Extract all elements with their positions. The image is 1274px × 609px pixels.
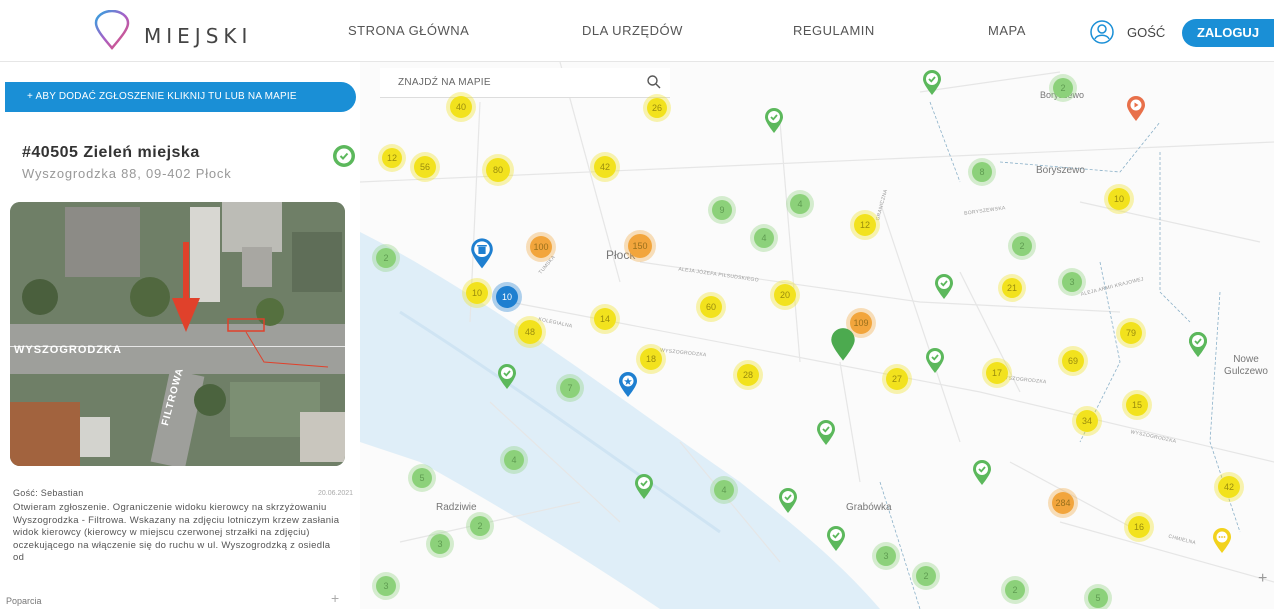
map-cluster-marker[interactable]: 14 [594,308,616,330]
map-cluster-marker[interactable]: 2 [916,566,936,586]
map-cluster-marker[interactable]: 28 [737,364,759,386]
resolved-pin-icon[interactable] [816,420,836,446]
resolved-pin-icon[interactable] [925,348,945,374]
map-cluster-marker[interactable]: 4 [754,228,774,248]
map-cluster-marker[interactable]: 16 [1128,516,1150,538]
map-cluster-marker[interactable]: 12 [382,148,402,168]
map-cluster-marker[interactable]: 21 [1002,278,1022,298]
resolved-pin-icon[interactable] [764,108,784,134]
report-address: Wyszogrodzka 88, 09-402 Płock [22,166,232,181]
resolved-pin-icon[interactable] [826,526,846,552]
map-cluster-marker[interactable]: 3 [1062,272,1082,292]
place-label-boryszewo: Boryszewo [1036,165,1085,176]
map-cluster-marker[interactable]: 69 [1062,350,1084,372]
map-cluster-marker[interactable]: 5 [1088,588,1108,608]
resolved-pin-icon[interactable] [934,274,954,300]
video-pin-icon[interactable] [1126,96,1146,122]
aerial-photo-image [10,202,345,466]
map-cluster-marker[interactable]: 40 [450,96,472,118]
map-cluster-marker[interactable]: 3 [376,576,396,596]
map-cluster-marker[interactable]: 27 [886,368,908,390]
logo[interactable]: MIEJSKI [92,10,262,52]
resolved-pin-icon[interactable] [778,488,798,514]
map-cluster-marker[interactable]: 9 [712,200,732,220]
map-cluster-marker[interactable]: 5 [412,468,432,488]
resolved-pin-icon[interactable] [1188,332,1208,358]
map-cluster-marker[interactable]: 34 [1076,410,1098,432]
place-label-radziwie: Radziwie [436,502,477,513]
map-canvas[interactable]: ZNAJDŹ NA MAPIE Płock Boryszewo Boryszew… [360,62,1274,609]
place-label-grabowka: Grabówka [846,502,892,513]
star-pin-icon[interactable] [618,372,638,398]
add-report-button[interactable]: + ABY DODAĆ ZGŁOSZENIE KLIKNIJ TU LUB NA… [5,82,356,112]
nav-home[interactable]: STRONA GŁÓWNA [348,23,469,38]
report-date: 20.06.2021 [318,490,354,497]
map-cluster-marker[interactable]: 2 [470,516,490,536]
map-cluster-marker[interactable]: 79 [1120,322,1142,344]
map-cluster-marker[interactable]: 7 [560,378,580,398]
photo-street-label: WYSZOGRODZKA [14,344,122,356]
map-cluster-marker[interactable]: 56 [414,156,436,178]
map-cluster-marker[interactable]: 100 [530,236,552,258]
top-navbar: MIEJSKI STRONA GŁÓWNA DLA URZĘDÓW REGULA… [0,0,1274,62]
map-cluster-marker[interactable]: 4 [714,480,734,500]
map-cluster-marker[interactable]: 2 [1053,78,1073,98]
map-cluster-marker[interactable]: 284 [1052,492,1074,514]
resolved-pin-icon[interactable] [922,70,942,96]
map-cluster-marker[interactable]: 20 [774,284,796,306]
logo-text: MIEJSKI [144,24,253,48]
map-cluster-marker[interactable]: 15 [1126,394,1148,416]
search-icon[interactable] [646,74,662,90]
report-title: #40505 Zieleń miejska [22,144,200,161]
map-cluster-marker[interactable]: 18 [640,348,662,370]
trash-pin-icon[interactable] [470,238,494,270]
map-cluster-marker[interactable]: 42 [1218,476,1240,498]
selected-report-pin-icon[interactable] [830,328,856,362]
zoom-in-button[interactable]: + [1258,570,1267,588]
map-cluster-marker[interactable]: 12 [854,214,876,236]
resolved-status-icon [333,145,355,167]
nav-rules[interactable]: REGULAMIN [793,23,875,38]
map-cluster-marker[interactable]: 2 [376,248,396,268]
report-description: Otwieram zgłoszenie. Ograniczenie widoku… [13,502,340,563]
map-cluster-marker[interactable]: 150 [628,234,652,258]
map-cluster-marker[interactable]: 3 [430,534,450,554]
resolved-pin-icon[interactable] [497,364,517,390]
map-cluster-marker[interactable]: 42 [594,156,616,178]
map-cluster-marker[interactable]: 10 [496,286,518,308]
user-icon[interactable] [1090,20,1114,44]
map-cluster-marker[interactable]: 48 [518,320,542,344]
comment-pin-icon[interactable] [1212,528,1232,554]
resolved-pin-icon[interactable] [972,460,992,486]
nav-offices[interactable]: DLA URZĘDÓW [582,23,683,38]
map-cluster-marker[interactable]: 80 [486,158,510,182]
login-button[interactable]: ZALOGUJ [1182,19,1274,47]
map-cluster-marker[interactable]: 2 [1005,580,1025,600]
map-cluster-marker[interactable]: 4 [790,194,810,214]
report-photo[interactable]: WYSZOGRODZKA FILTROWA [10,202,345,466]
map-cluster-marker[interactable]: 10 [466,282,488,304]
support-section-label[interactable]: Poparcia [6,596,42,606]
map-cluster-marker[interactable]: 8 [972,162,992,182]
map-cluster-marker[interactable]: 4 [504,450,524,470]
map-search-bar[interactable]: ZNAJDŹ NA MAPIE [380,68,670,98]
guest-label: GOŚĆ [1127,25,1166,40]
map-cluster-marker[interactable]: 26 [647,98,667,118]
nav-map[interactable]: MAPA [988,23,1026,38]
resolved-pin-icon[interactable] [634,474,654,500]
map-cluster-marker[interactable]: 10 [1108,188,1130,210]
report-author: Gość: Sebastian [13,488,84,498]
map-pin-logo-icon [94,10,130,50]
place-label-nowe-gulczewo: Nowe Gulczewo [1224,354,1268,377]
map-cluster-marker[interactable]: 2 [1012,236,1032,256]
search-input[interactable]: ZNAJDŹ NA MAPIE [398,77,491,88]
map-cluster-marker[interactable]: 17 [986,362,1008,384]
map-cluster-marker[interactable]: 3 [876,546,896,566]
expand-support-icon[interactable]: + [331,590,339,606]
map-cluster-marker[interactable]: 60 [700,296,722,318]
report-sidebar: + ABY DODAĆ ZGŁOSZENIE KLIKNIJ TU LUB NA… [0,62,360,609]
